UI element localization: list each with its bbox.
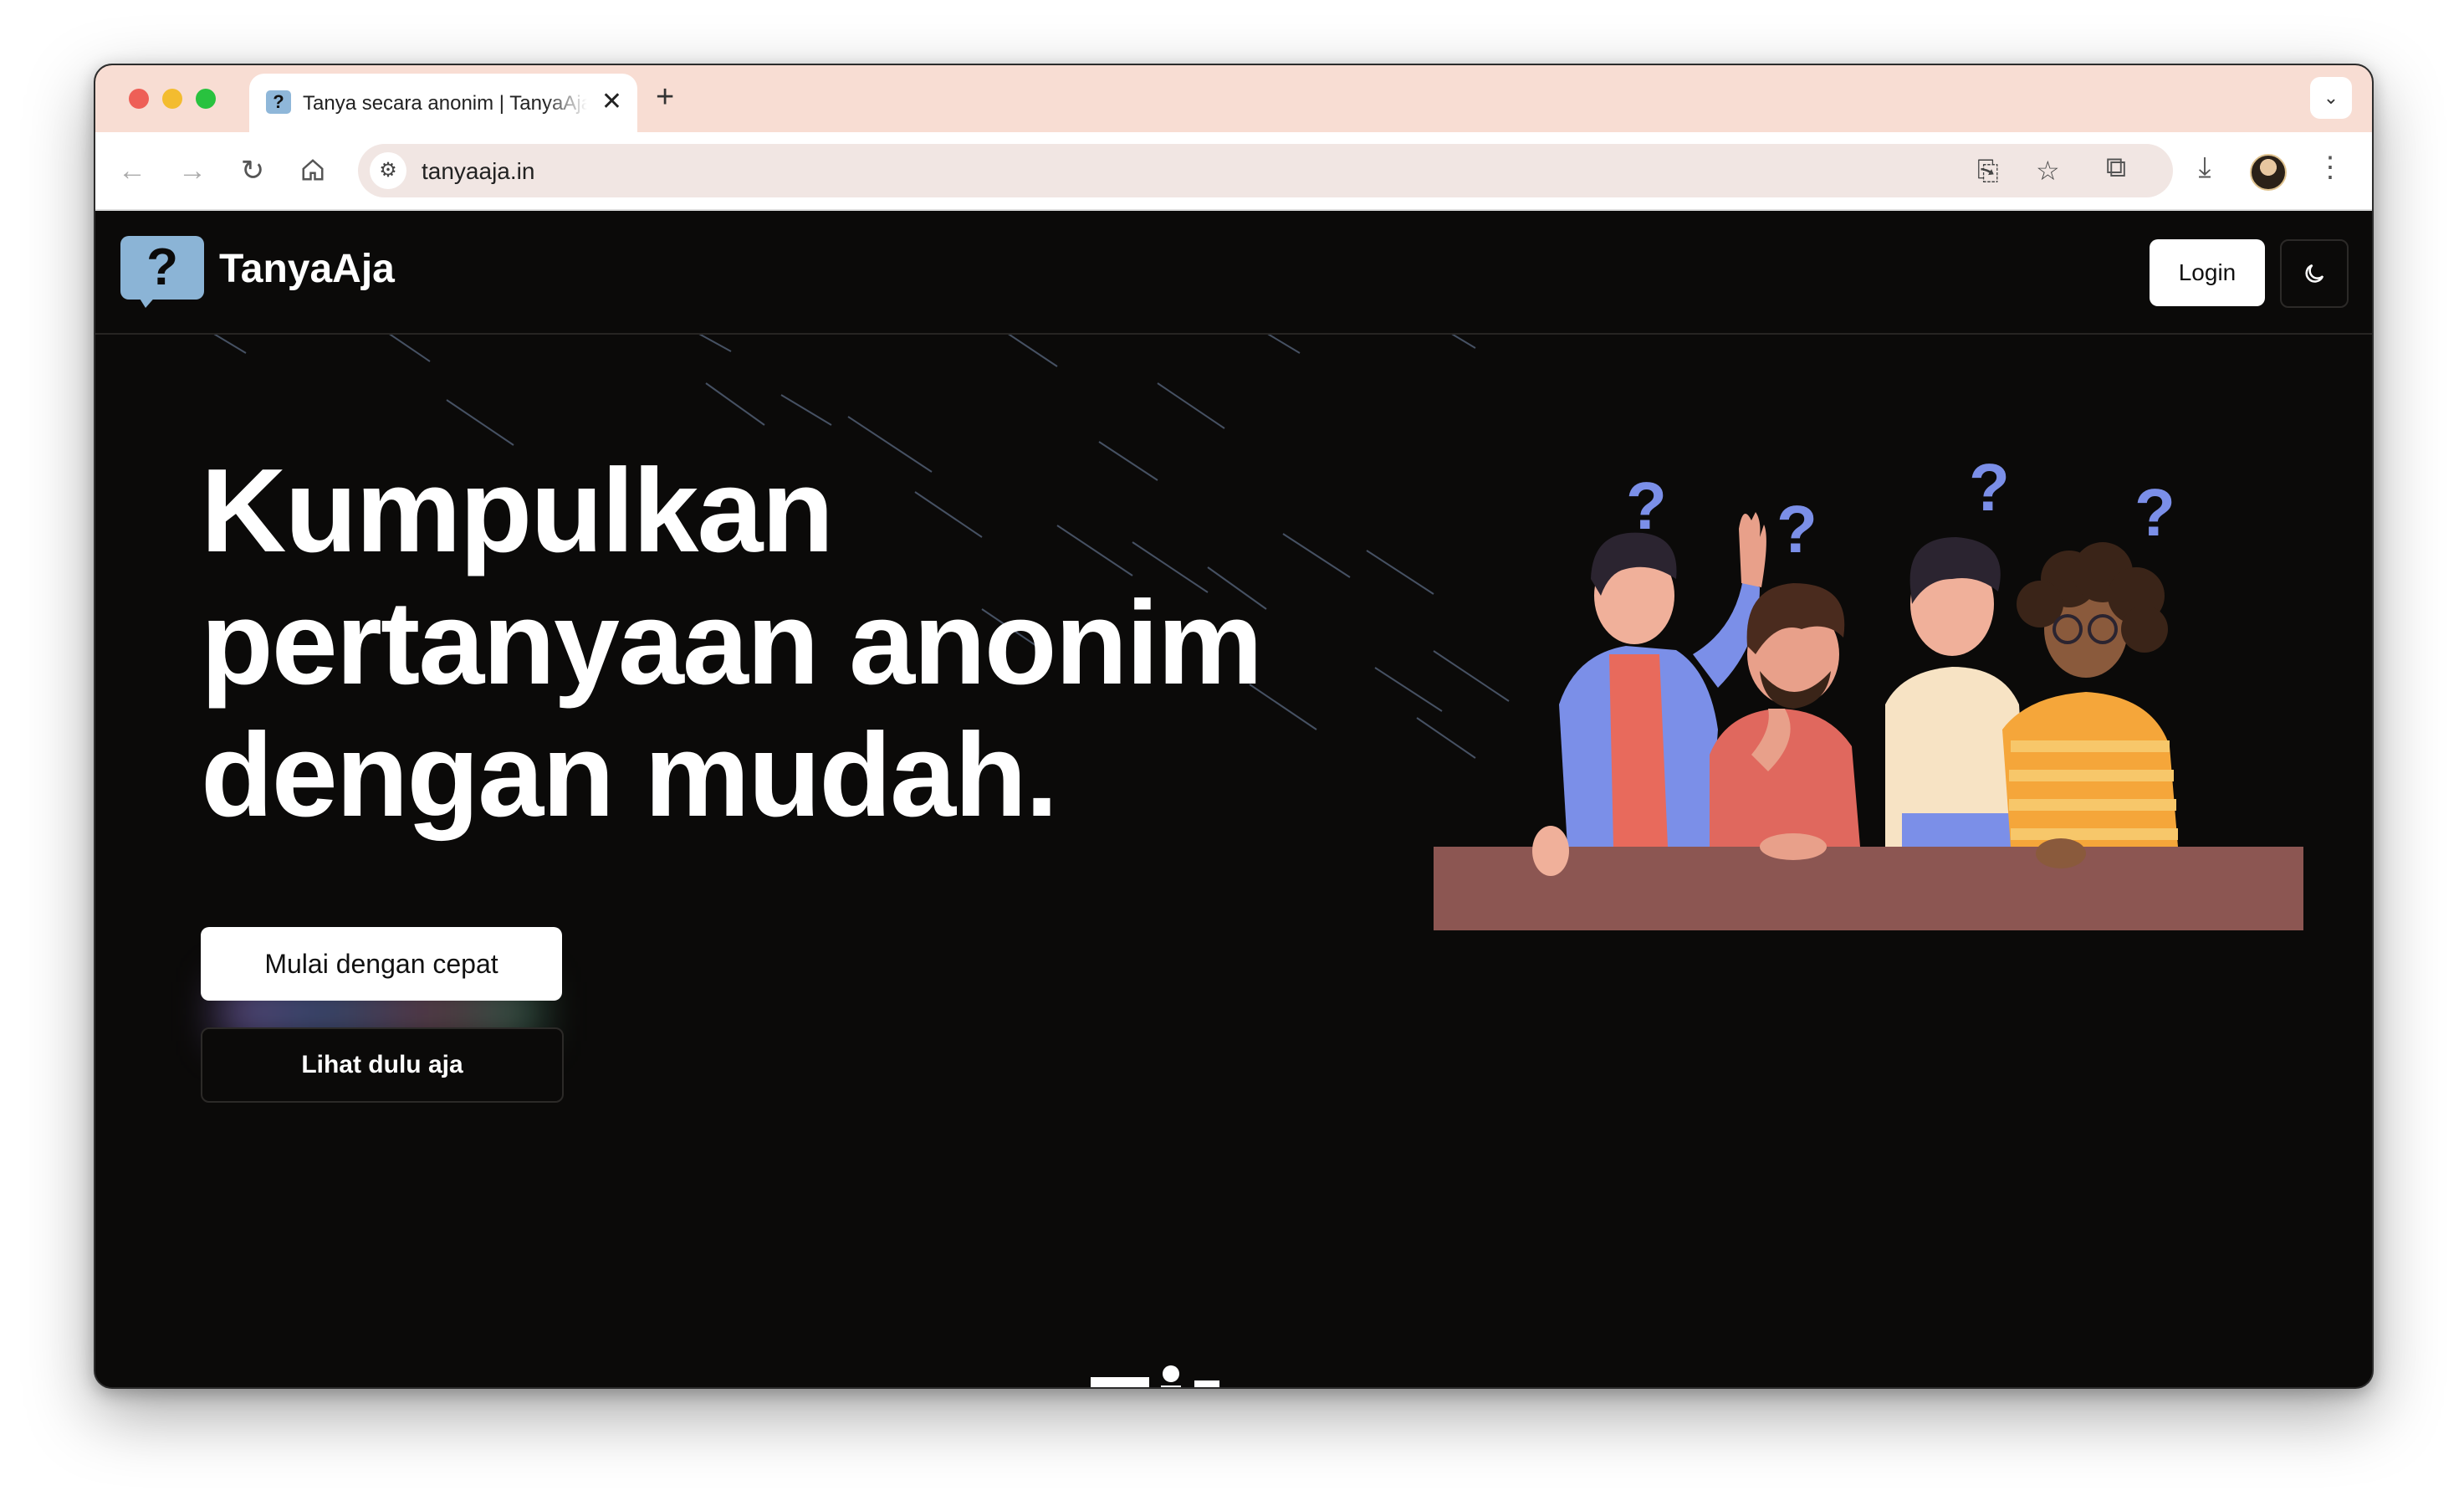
tab-title: Tanya secara anonim | TanyaAja	[303, 92, 587, 115]
browser-toolbar: ← → ↻ ⚙ tanyaaja.in ⎘ ☆ ⧉ ⤓ ⋮	[95, 132, 2372, 211]
question-mark: ?	[1626, 469, 1667, 543]
close-tab-icon[interactable]: ✕	[601, 87, 622, 117]
browser-window: ? Tanya secara anonim | TanyaAja ✕ + ⌄ ←…	[94, 64, 2374, 1389]
login-button[interactable]: Login	[2150, 239, 2265, 306]
home-icon[interactable]	[294, 154, 331, 190]
install-app-icon[interactable]: ⎘	[1977, 154, 1999, 187]
browser-tab[interactable]: ? Tanya secara anonim | TanyaAja ✕	[249, 74, 637, 132]
reload-icon[interactable]: ↻	[234, 154, 271, 187]
get-started-button[interactable]: Mulai dengan cepat	[201, 927, 562, 1001]
extensions-icon[interactable]: ⧉	[2098, 151, 2134, 184]
maximize-window-button[interactable]	[196, 89, 216, 109]
page-content: ? TanyaAja Login Kumpulkan pertanyaan an…	[95, 211, 2372, 1387]
minimize-window-button[interactable]	[162, 89, 182, 109]
bookmark-star-icon[interactable]: ☆	[2036, 154, 2060, 187]
tab-favicon-icon: ?	[266, 90, 291, 114]
close-window-button[interactable]	[129, 89, 149, 109]
download-icon[interactable]: ⤓	[2186, 151, 2223, 184]
question-mark: ?	[1776, 492, 1817, 566]
more-menu-icon[interactable]: ⋮	[2312, 151, 2349, 184]
moon-icon	[2305, 264, 2324, 283]
tab-strip: ? Tanya secara anonim | TanyaAja ✕ + ⌄	[95, 65, 2372, 132]
profile-avatar[interactable]	[2250, 154, 2287, 191]
logo-question-icon[interactable]: ?	[120, 236, 204, 300]
logo-tail	[137, 295, 157, 308]
site-settings-icon[interactable]: ⚙	[370, 152, 406, 189]
question-mark: ?	[2134, 475, 2175, 550]
address-bar[interactable]: ⚙ tanyaaja.in ⎘ ☆	[358, 144, 2173, 197]
hero-line-2: pertanyaan anonim	[201, 576, 1263, 709]
theme-toggle-button[interactable]	[2280, 239, 2349, 308]
tab-search-button[interactable]: ⌄	[2310, 77, 2352, 119]
forward-icon[interactable]: →	[174, 154, 211, 187]
hero-line-1: Kumpulkan	[201, 444, 834, 577]
url-text[interactable]: tanyaaja.in	[422, 158, 534, 185]
back-icon[interactable]: ←	[114, 154, 151, 187]
hero-heading: Kumpulkan pertanyaan anonim dengan mudah…	[201, 444, 1263, 842]
brand-name[interactable]: TanyaAja	[219, 246, 395, 292]
new-tab-button[interactable]: +	[656, 80, 674, 114]
people-questioning-illustration: ? ? ? ?	[1434, 450, 2303, 930]
question-mark: ?	[1969, 450, 2010, 525]
preview-button[interactable]: Lihat dulu aja	[201, 1027, 564, 1103]
site-header: ? TanyaAja Login	[95, 211, 2372, 335]
next-section-heading-peek	[1091, 1365, 1219, 1387]
hero-line-3: dengan mudah.	[201, 709, 1058, 842]
